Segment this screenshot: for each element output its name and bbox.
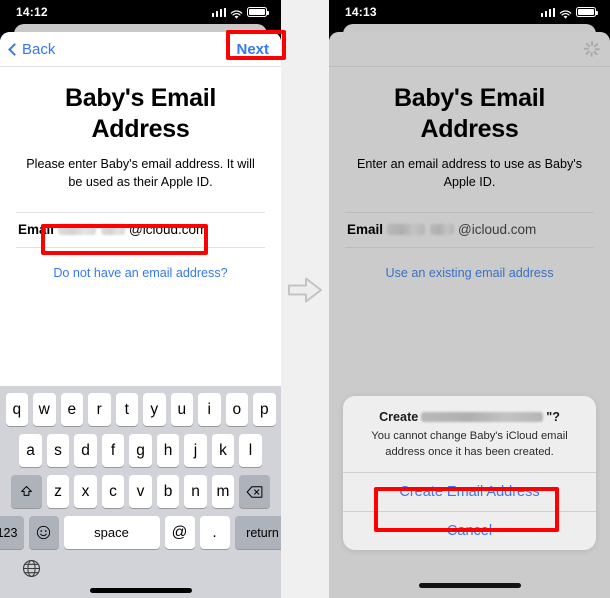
home-indicator-right[interactable] bbox=[418, 583, 521, 588]
key-s[interactable]: s bbox=[46, 434, 70, 467]
no-email-address-link[interactable]: Do not have an email address? bbox=[53, 266, 227, 280]
cellular-bars-icon bbox=[540, 7, 555, 17]
alert-message: You cannot change Baby's iCloud email ad… bbox=[371, 430, 568, 458]
use-existing-email-link[interactable]: Use an existing email address bbox=[386, 266, 554, 280]
key-j[interactable]: j bbox=[184, 434, 207, 467]
status-time: 14:12 bbox=[16, 5, 48, 19]
key-w[interactable]: w bbox=[33, 393, 56, 426]
modal-sheet-right: Baby's Email Address Enter an email addr… bbox=[329, 32, 610, 598]
key-k[interactable]: k bbox=[211, 434, 235, 467]
alert-email-redacted bbox=[421, 412, 544, 423]
page-subtitle: Please enter Baby's email address. It wi… bbox=[26, 157, 255, 189]
cancel-button[interactable]: Cancel bbox=[343, 511, 596, 550]
alert-header: Create "? You cannot change Baby's iClou… bbox=[343, 396, 596, 472]
key-at[interactable]: @ bbox=[164, 516, 195, 549]
chevron-left-icon bbox=[8, 42, 21, 56]
back-button[interactable]: Back bbox=[8, 40, 56, 58]
home-indicator[interactable] bbox=[89, 588, 192, 593]
nav-bar-right bbox=[329, 32, 610, 67]
key-i[interactable]: i bbox=[198, 393, 221, 426]
email-value-redacted bbox=[58, 224, 97, 236]
modal-sheet-left: Back Next Baby's Email Address Please en… bbox=[0, 32, 281, 598]
email-value-redacted bbox=[387, 224, 426, 236]
wifi-icon bbox=[230, 7, 243, 19]
email-field-label: Email bbox=[18, 222, 55, 238]
wifi-icon bbox=[559, 7, 572, 19]
page-title: Baby's Email Address bbox=[64, 84, 217, 143]
key-period[interactable]: . bbox=[199, 516, 230, 549]
alert-title-prefix: Create bbox=[379, 410, 419, 425]
key-n[interactable]: n bbox=[184, 475, 207, 508]
status-icons bbox=[211, 7, 269, 19]
create-email-alert: Create "? You cannot change Baby's iClou… bbox=[343, 396, 596, 550]
sheet-stack-left: Back Next Baby's Email Address Please en… bbox=[0, 24, 281, 598]
phone-screen-right: 14:13 Baby's Email Address Enter an emai… bbox=[329, 0, 610, 598]
keyboard-row-2: a s d f g h j k l bbox=[0, 434, 281, 467]
emoji-smiley-icon[interactable] bbox=[28, 516, 59, 549]
key-c[interactable]: c bbox=[101, 475, 125, 508]
sheet-stack-right: Baby's Email Address Enter an email addr… bbox=[329, 24, 610, 598]
next-button[interactable]: Next bbox=[236, 41, 271, 58]
no-email-link-row: Do not have an email address? bbox=[16, 264, 265, 282]
keyboard-bottom-bar bbox=[0, 557, 281, 598]
keyboard-row-1: q w e r t y u i o p bbox=[0, 393, 281, 426]
status-time-right: 14:13 bbox=[345, 5, 377, 19]
key-space[interactable]: space bbox=[63, 516, 160, 549]
status-bar-left: 14:12 bbox=[0, 0, 281, 24]
create-email-address-button[interactable]: Create Email Address bbox=[343, 472, 596, 511]
key-d[interactable]: d bbox=[74, 434, 97, 467]
key-x[interactable]: x bbox=[74, 475, 97, 508]
cellular-bars-icon bbox=[211, 7, 226, 17]
battery-icon bbox=[576, 7, 598, 17]
page-subtitle-right: Enter an email address to use as Baby's … bbox=[356, 157, 582, 189]
key-t[interactable]: t bbox=[115, 393, 138, 426]
content-right: Baby's Email Address Enter an email addr… bbox=[329, 83, 610, 282]
key-o[interactable]: o bbox=[225, 393, 248, 426]
key-e[interactable]: e bbox=[60, 393, 83, 426]
key-f[interactable]: f bbox=[101, 434, 125, 467]
key-m[interactable]: m bbox=[211, 475, 235, 508]
alert-title: Create "? bbox=[357, 410, 582, 424]
email-field-label-right: Email bbox=[347, 222, 384, 238]
battery-icon bbox=[247, 7, 269, 17]
key-b[interactable]: b bbox=[156, 475, 180, 508]
keyboard-row-3: z x c v b n m bbox=[0, 475, 281, 508]
key-r[interactable]: r bbox=[88, 393, 111, 426]
phone-screen-left: 14:12 Back Next Baby's Email Address Ple… bbox=[0, 0, 281, 598]
shift-up-icon[interactable] bbox=[10, 475, 42, 508]
key-return[interactable]: return bbox=[234, 516, 281, 549]
alert-title-suffix: "? bbox=[546, 410, 560, 425]
key-a[interactable]: a bbox=[19, 434, 42, 467]
key-v[interactable]: v bbox=[129, 475, 152, 508]
existing-email-link-row: Use an existing email address bbox=[345, 264, 594, 282]
key-l[interactable]: l bbox=[239, 434, 262, 467]
key-numbers[interactable]: 123 bbox=[0, 516, 24, 549]
email-value-redacted-2 bbox=[430, 224, 455, 236]
page-title-right: Baby's Email Address bbox=[393, 84, 546, 143]
content-left: Baby's Email Address Please enter Baby's… bbox=[0, 83, 281, 282]
email-domain-suffix-right: @icloud.com bbox=[458, 222, 537, 238]
right-arrow-icon bbox=[287, 272, 323, 308]
email-domain-suffix: @icloud.com bbox=[129, 222, 208, 238]
key-u[interactable]: u bbox=[170, 393, 193, 426]
key-h[interactable]: h bbox=[156, 434, 180, 467]
email-field-row[interactable]: Email @icloud.com bbox=[16, 211, 265, 248]
keyboard-row-4: 123 space @ . return bbox=[0, 516, 281, 549]
globe-icon[interactable] bbox=[22, 559, 41, 578]
on-screen-keyboard[interactable]: q w e r t y u i o p a s d f g h j k l z … bbox=[0, 386, 281, 598]
comparison-screenshot: 14:12 Back Next Baby's Email Address Ple… bbox=[0, 0, 610, 598]
key-y[interactable]: y bbox=[143, 393, 166, 426]
key-g[interactable]: g bbox=[129, 434, 152, 467]
email-field-row-right[interactable]: Email @icloud.com bbox=[345, 211, 594, 248]
nav-bar-left: Back Next bbox=[0, 32, 281, 67]
back-button-label: Back bbox=[22, 40, 56, 58]
loading-spinner-icon bbox=[583, 41, 600, 57]
email-value-redacted-2 bbox=[101, 224, 126, 236]
status-bar-right: 14:13 bbox=[329, 0, 610, 24]
backspace-icon[interactable] bbox=[239, 475, 271, 508]
key-p[interactable]: p bbox=[253, 393, 276, 426]
status-icons-right bbox=[540, 7, 598, 19]
key-q[interactable]: q bbox=[5, 393, 28, 426]
key-z[interactable]: z bbox=[46, 475, 70, 508]
